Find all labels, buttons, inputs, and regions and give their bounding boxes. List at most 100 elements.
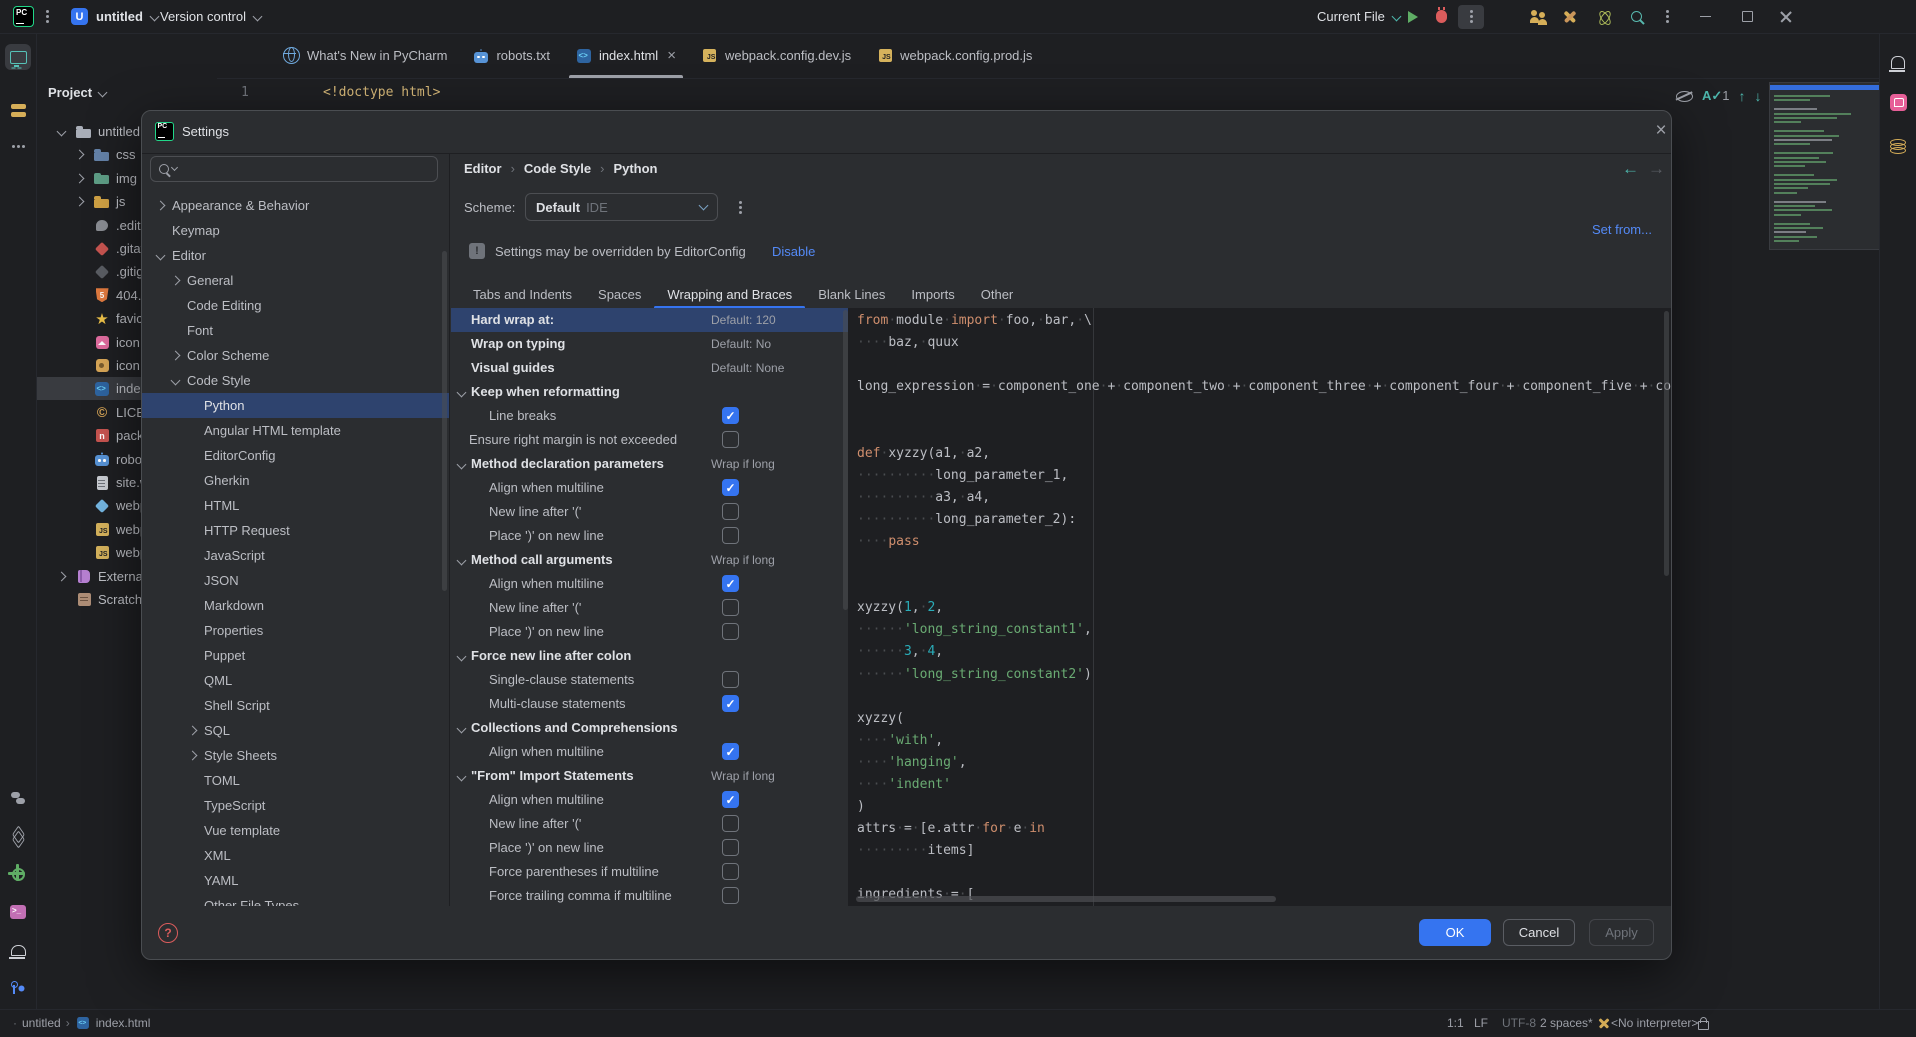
line-separator-widget[interactable]: LF xyxy=(1474,1010,1488,1036)
option-row[interactable]: Place ')' on new line xyxy=(451,836,848,860)
checkbox-unchecked[interactable] xyxy=(722,839,739,856)
preview-vertical-scrollbar[interactable] xyxy=(1664,311,1669,576)
chevron-right-icon[interactable] xyxy=(75,173,85,183)
settings-tree-item[interactable]: Code Editing xyxy=(142,293,449,318)
chevron-right-icon[interactable] xyxy=(156,201,166,211)
maximize-button[interactable] xyxy=(1742,0,1753,33)
breadcrumb-item[interactable]: Editor xyxy=(464,161,502,176)
settings-tree-item[interactable]: Appearance & Behavior xyxy=(142,193,449,218)
chevron-right-icon[interactable] xyxy=(188,751,198,761)
option-row[interactable]: Line breaks✓ xyxy=(451,404,848,428)
editor-tab[interactable]: robots.txt xyxy=(460,33,562,78)
option-row[interactable]: Force new line after colon xyxy=(451,644,848,668)
editor-tab[interactable]: index.html× xyxy=(563,33,689,78)
project-widget[interactable]: U untitled xyxy=(71,0,158,33)
editor-minimap[interactable] xyxy=(1769,82,1881,250)
settings-tree-item[interactable]: TOML xyxy=(142,768,449,793)
help-button[interactable]: ? xyxy=(158,923,178,943)
editor-tab[interactable]: webpack.config.prod.js xyxy=(864,33,1045,78)
run-configuration-widget[interactable]: Current File xyxy=(1317,0,1400,33)
services-button[interactable] xyxy=(5,823,31,849)
checkbox-checked[interactable]: ✓ xyxy=(722,695,739,712)
option-row[interactable]: Collections and Comprehensions xyxy=(451,716,848,740)
prev-problem-arrow-icon[interactable]: ↑ xyxy=(1739,88,1746,104)
more-tool-windows-button[interactable] xyxy=(5,133,31,159)
settings-tree-scrollbar[interactable] xyxy=(442,251,447,591)
editor-tab[interactable]: webpack.config.dev.js xyxy=(689,33,864,78)
back-arrow-icon[interactable]: ← xyxy=(1622,159,1639,179)
set-from-link[interactable]: Set from... xyxy=(1592,222,1652,237)
chevron-down-icon[interactable] xyxy=(457,388,467,398)
settings-tree-item[interactable]: Font xyxy=(142,318,449,343)
ok-button[interactable]: OK xyxy=(1419,919,1491,946)
checkbox-unchecked[interactable] xyxy=(722,599,739,616)
cancel-button[interactable]: Cancel xyxy=(1503,919,1575,946)
tools-button[interactable] xyxy=(1562,0,1578,33)
debug-button[interactable] xyxy=(1436,0,1447,33)
checkbox-unchecked[interactable] xyxy=(722,527,739,544)
settings-tree-item[interactable]: EditorConfig xyxy=(142,443,449,468)
chevron-down-icon[interactable] xyxy=(457,460,467,470)
notifications-button[interactable] xyxy=(1885,49,1911,75)
project-tool-button[interactable] xyxy=(5,44,31,70)
tab-blank-lines[interactable]: Blank Lines xyxy=(805,281,898,308)
highlighting-eye-icon[interactable] xyxy=(1676,91,1693,102)
option-row[interactable]: Single-clause statements xyxy=(451,668,848,692)
close-icon[interactable]: × xyxy=(667,47,676,64)
checkbox-checked[interactable]: ✓ xyxy=(722,791,739,808)
option-row[interactable]: Force parentheses if multiline xyxy=(451,860,848,884)
settings-tree-item[interactable]: Style Sheets xyxy=(142,743,449,768)
option-row[interactable]: Align when multiline✓ xyxy=(451,740,848,764)
code-with-me-button[interactable] xyxy=(1530,0,1548,33)
tab-spaces[interactable]: Spaces xyxy=(585,281,654,308)
settings-tree-item[interactable]: Shell Script xyxy=(142,693,449,718)
settings-tree-item[interactable]: YAML xyxy=(142,868,449,893)
close-window-button[interactable] xyxy=(1780,0,1792,33)
settings-tree-item[interactable]: Puppet xyxy=(142,643,449,668)
chevron-right-icon[interactable] xyxy=(171,351,181,361)
tab-imports[interactable]: Imports xyxy=(898,281,967,308)
search-input[interactable] xyxy=(180,161,414,178)
breadcrumb-item[interactable]: Code Style xyxy=(524,161,591,176)
option-row[interactable]: Wrap on typingDefault: No xyxy=(451,332,848,356)
database-button[interactable] xyxy=(1885,129,1911,155)
option-row[interactable]: New line after '(' xyxy=(451,812,848,836)
option-row[interactable]: "From" Import StatementsWrap if long xyxy=(451,764,848,788)
inspections-widget[interactable]: A✓1 ↑ ↓ xyxy=(1676,88,1762,104)
settings-tree-item[interactable]: Color Scheme xyxy=(142,343,449,368)
option-row[interactable]: New line after '(' xyxy=(451,500,848,524)
checkbox-checked[interactable]: ✓ xyxy=(722,407,739,424)
chevron-down-icon[interactable] xyxy=(457,556,467,566)
settings-search-field[interactable] xyxy=(150,156,438,182)
python-console-button[interactable] xyxy=(5,785,31,811)
titlebar-more-button[interactable] xyxy=(1666,0,1669,33)
option-row[interactable]: Place ')' on new line xyxy=(451,524,848,548)
next-problem-arrow-icon[interactable]: ↓ xyxy=(1755,88,1762,104)
settings-tree-item[interactable]: Vue template xyxy=(142,818,449,843)
chevron-right-icon[interactable] xyxy=(75,150,85,160)
chevron-down-icon[interactable] xyxy=(457,652,467,662)
checkbox-unchecked[interactable] xyxy=(722,503,739,520)
chevron-right-icon[interactable] xyxy=(188,726,198,736)
breadcrumb-item[interactable]: Python xyxy=(613,161,657,176)
option-row[interactable]: Place ')' on new line xyxy=(451,620,848,644)
indent-widget[interactable]: 2 spaces* xyxy=(1540,1010,1610,1036)
chevron-down-icon[interactable] xyxy=(171,376,181,386)
git-button[interactable] xyxy=(5,975,31,1001)
checkbox-unchecked[interactable] xyxy=(722,431,739,448)
checkbox-unchecked[interactable] xyxy=(722,623,739,640)
settings-tree-item[interactable]: XML xyxy=(142,843,449,868)
chevron-down-icon[interactable] xyxy=(156,251,166,261)
tab-tabs-and-indents[interactable]: Tabs and Indents xyxy=(460,281,585,308)
pycharm-logo-icon[interactable] xyxy=(13,0,34,33)
option-row[interactable]: Ensure right margin is not exceeded xyxy=(451,428,848,452)
chevron-down-icon[interactable] xyxy=(57,127,67,137)
settings-tree-item[interactable]: HTML xyxy=(142,493,449,518)
spellcheck-indicator[interactable]: A✓1 xyxy=(1702,88,1730,104)
encoding-widget[interactable]: UTF-8 xyxy=(1502,1010,1536,1036)
more-run-options-button[interactable] xyxy=(1458,0,1484,33)
project-panel-header[interactable]: Project xyxy=(48,85,106,100)
checkbox-unchecked[interactable] xyxy=(722,863,739,880)
readonly-toggle[interactable] xyxy=(1698,1010,1709,1036)
status-breadcrumb[interactable]: · untitled › index.html xyxy=(13,1010,150,1036)
